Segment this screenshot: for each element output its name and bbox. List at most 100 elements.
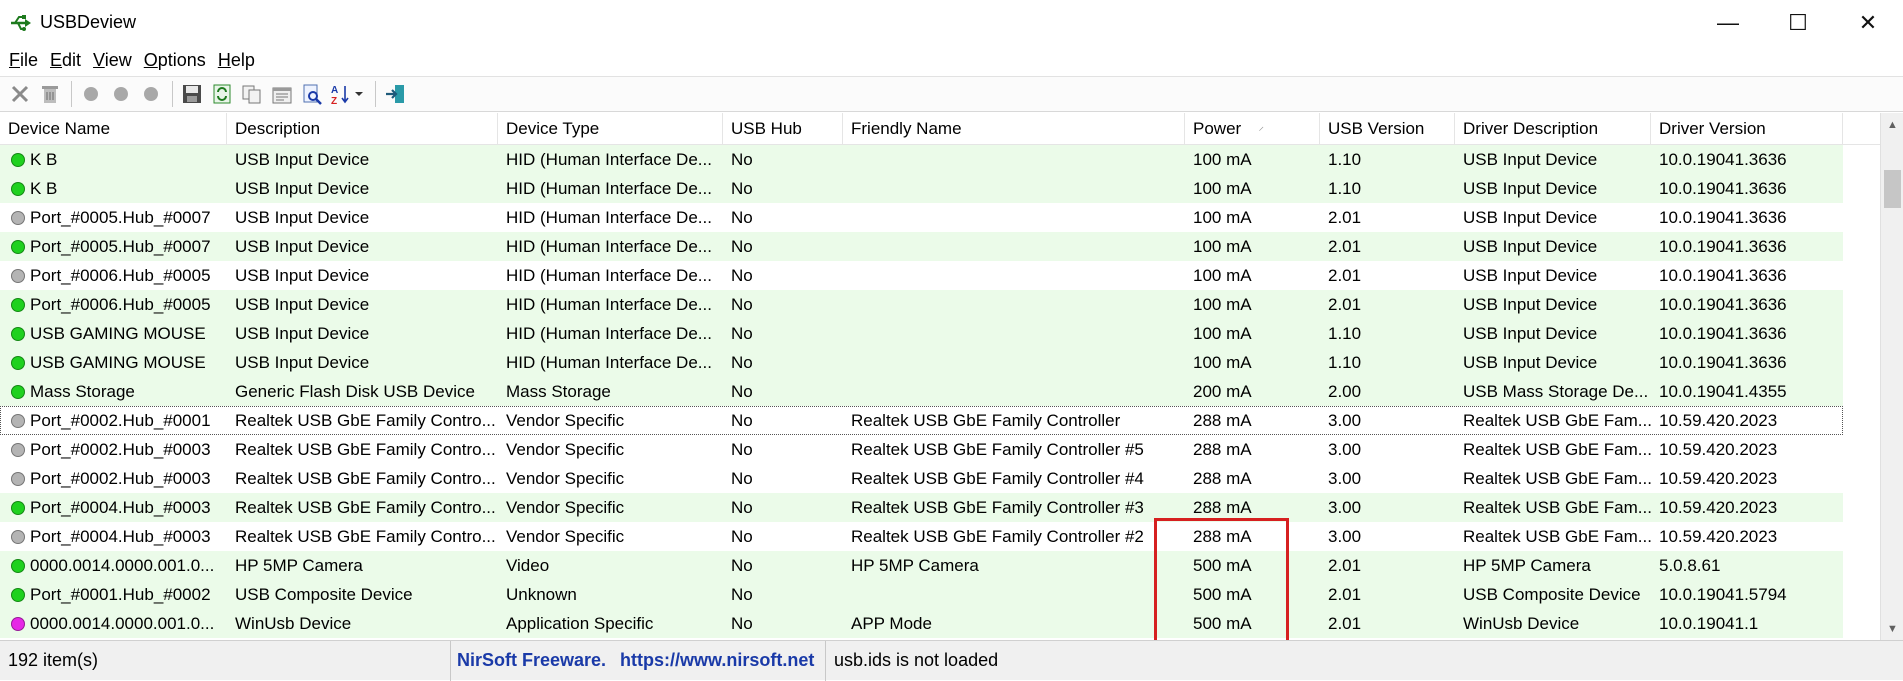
uninstall-button[interactable] — [36, 79, 64, 109]
cell-description: WinUsb Device — [235, 613, 352, 633]
cell-device-name: Port_#0004.Hub_#0003 — [0, 527, 227, 547]
cell-usb-version: 2.00 — [1328, 381, 1362, 401]
table-row[interactable]: Port_#0005.Hub_#0007 USB Input Device HID … — [0, 203, 1843, 232]
sort-button[interactable]: AZ — [328, 79, 368, 109]
column-header-device-name[interactable]: Device Name — [0, 113, 227, 144]
scroll-up-arrow-icon[interactable]: ▲ — [1881, 113, 1903, 136]
column-header-friendly-name[interactable]: Friendly Name — [843, 113, 1185, 144]
cell-device-type: HID (Human Interface De... — [506, 294, 712, 314]
minimize-icon: — — [1717, 9, 1739, 35]
disconnect-button[interactable] — [6, 79, 34, 109]
table-row[interactable]: USB GAMING MOUSE USB Input Device HID (Hum… — [0, 348, 1843, 377]
cell-driver-description: Realtek USB GbE Fam... — [1463, 526, 1651, 546]
refresh-button[interactable] — [208, 79, 236, 109]
cell-description: Realtek USB GbE Family Contro... — [235, 439, 496, 459]
nirsoft-link[interactable]: NirSoft Freeware. https://www.nirsoft.ne… — [451, 640, 826, 681]
vertical-scrollbar[interactable]: ▲ ▼ — [1880, 113, 1903, 640]
cell-power: 288 mA — [1193, 497, 1252, 517]
cell-power: 100 mA — [1193, 207, 1252, 227]
cell-power: 500 mA — [1193, 584, 1252, 604]
cell-driver-version: 10.0.19041.3636 — [1659, 149, 1787, 169]
status-dot-icon — [11, 210, 25, 225]
menu-bar: File Edit View Options Help — [0, 45, 1903, 76]
table-row[interactable]: Mass Storage Generic Flash Disk USB Devic… — [0, 377, 1843, 406]
menu-edit[interactable]: Edit — [44, 48, 87, 73]
table-row[interactable]: K B USB Input Device HID (Human Interface … — [0, 174, 1843, 203]
cell-driver-description: USB Input Device — [1463, 149, 1598, 169]
menu-options[interactable]: Options — [138, 48, 212, 73]
cell-usb-version: 2.01 — [1328, 613, 1362, 633]
table-row[interactable]: Port_#0001.Hub_#0002 USB Composite Device… — [0, 580, 1843, 609]
menu-file[interactable]: File — [3, 48, 44, 73]
column-header-power[interactable]: Power ⸝ — [1185, 113, 1320, 144]
table-row[interactable]: Port_#0002.Hub_#0003 Realtek USB GbE Fami… — [0, 464, 1843, 493]
cell-usb-hub: No — [731, 497, 753, 517]
table-row[interactable]: Port_#0004.Hub_#0003 Realtek USB GbE Fami… — [0, 493, 1843, 522]
maximize-button[interactable]: ☐ — [1763, 0, 1833, 45]
refresh-icon — [213, 84, 231, 104]
cell-driver-version: 10.0.19041.3636 — [1659, 294, 1787, 314]
cell-usb-hub: No — [731, 236, 753, 256]
cell-driver-description: USB Input Device — [1463, 352, 1598, 372]
table-row[interactable]: Port_#0006.Hub_#0005 USB Input Device HID … — [0, 290, 1843, 319]
cell-driver-version: 10.0.19041.4355 — [1659, 381, 1787, 401]
close-button[interactable]: ✕ — [1833, 0, 1903, 45]
device-list[interactable]: Device Name Description Device Type USB Hub… — [0, 113, 1903, 667]
cell-usb-hub: No — [731, 265, 753, 285]
status-dot-icon — [11, 355, 25, 370]
properties-button[interactable] — [268, 79, 296, 109]
cell-driver-version: 10.0.19041.1 — [1659, 613, 1759, 633]
cell-device-name: USB GAMING MOUSE — [0, 353, 227, 373]
column-header-usb-hub[interactable]: USB Hub — [723, 113, 843, 144]
disconnect-icon — [11, 85, 29, 103]
minimize-button[interactable]: — — [1693, 0, 1763, 45]
column-header-description[interactable]: Description — [227, 113, 498, 144]
menu-help[interactable]: Help — [212, 48, 261, 73]
cell-usb-hub: No — [731, 468, 753, 488]
table-row[interactable]: 0000.0014.0000.001.0... WinUsb Device Appl… — [0, 609, 1843, 638]
save-button[interactable] — [178, 79, 206, 109]
cell-driver-description: USB Input Device — [1463, 207, 1598, 227]
usbids-status: usb.ids is not loaded — [834, 650, 999, 670]
title-bar: USBDeview — ☐ ✕ — [0, 0, 1903, 45]
table-row[interactable]: 0000.0014.0000.001.0... HP 5MP Camera Vide… — [0, 551, 1843, 580]
cell-power: 100 mA — [1193, 294, 1252, 314]
table-row[interactable]: Port_#0004.Hub_#0003 Realtek USB GbE Fami… — [0, 522, 1843, 551]
cell-driver-description: USB Input Device — [1463, 323, 1598, 343]
table-row[interactable]: Port_#0002.Hub_#0003 Realtek USB GbE Fami… — [0, 435, 1843, 464]
cell-description: USB Input Device — [235, 149, 370, 169]
scroll-down-arrow-icon[interactable]: ▼ — [1881, 617, 1903, 640]
table-row[interactable]: USB GAMING MOUSE USB Input Device HID (Hum… — [0, 319, 1843, 348]
table-row[interactable]: Port_#0002.Hub_#0001 Realtek USB GbE Fami… — [0, 406, 1843, 435]
column-header-device-type[interactable]: Device Type — [498, 113, 723, 144]
cell-usb-hub: No — [731, 178, 753, 198]
find-button[interactable] — [298, 79, 326, 109]
column-header-driver-version[interactable]: Driver Version — [1651, 113, 1843, 144]
menu-view[interactable]: View — [87, 48, 138, 73]
cell-friendly-name: HP 5MP Camera — [851, 555, 979, 575]
sort-icon: AZ — [331, 85, 363, 105]
exit-button[interactable] — [381, 79, 409, 109]
cell-device-name: Port_#0004.Hub_#0003 — [0, 498, 227, 518]
column-header-usb-version[interactable]: USB Version — [1320, 113, 1455, 144]
cell-description: Realtek USB GbE Family Contro... — [235, 497, 496, 517]
find-icon — [303, 84, 322, 105]
column-header-driver-description[interactable]: Driver Description — [1455, 113, 1651, 144]
cell-driver-version: 10.0.19041.3636 — [1659, 178, 1787, 198]
enable-device-button[interactable] — [77, 79, 105, 109]
cell-description: USB Input Device — [235, 265, 370, 285]
cell-device-name: Port_#0005.Hub_#0007 — [0, 208, 227, 228]
toggle-device-button[interactable] — [137, 79, 165, 109]
cell-power: 100 mA — [1193, 236, 1252, 256]
table-row[interactable]: Port_#0005.Hub_#0007 USB Input Device HID … — [0, 232, 1843, 261]
cell-driver-description: USB Input Device — [1463, 265, 1598, 285]
table-row[interactable]: Port_#0006.Hub_#0005 USB Input Device HID … — [0, 261, 1843, 290]
toolbar: AZ — [0, 76, 1903, 112]
disable-device-button[interactable] — [107, 79, 135, 109]
scroll-thumb[interactable] — [1884, 170, 1901, 208]
copy-button[interactable] — [238, 79, 266, 109]
table-row[interactable]: K B USB Input Device HID (Human Interface … — [0, 145, 1843, 174]
cell-usb-hub: No — [731, 555, 753, 575]
toolbar-separator — [71, 81, 72, 107]
status-dot-icon — [11, 239, 25, 254]
